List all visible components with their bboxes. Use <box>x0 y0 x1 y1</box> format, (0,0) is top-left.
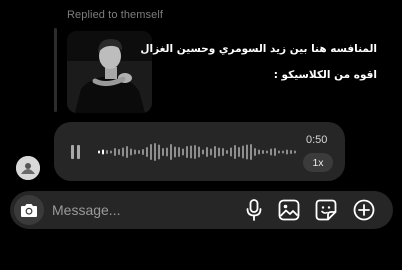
waveform-bar <box>218 147 220 157</box>
waveform-bar <box>210 148 212 156</box>
waveform-bar <box>166 147 168 157</box>
waveform-bar <box>138 150 140 154</box>
waveform-bar <box>122 147 124 157</box>
message-composer <box>10 191 393 229</box>
gallery-button[interactable] <box>277 198 301 222</box>
avatar-image <box>16 156 40 180</box>
waveform-bar <box>178 147 180 157</box>
message-caption-line-2: اقوه من الكلاسيكو : <box>273 69 377 81</box>
waveform-bar <box>190 145 192 159</box>
sticker-icon <box>315 199 337 221</box>
waveform-bar <box>170 144 172 160</box>
camera-button[interactable] <box>14 195 44 225</box>
sticker-button[interactable] <box>314 198 338 222</box>
sender-avatar[interactable] <box>16 156 40 180</box>
playback-speed-button[interactable]: 1x <box>303 153 333 172</box>
waveform-bar <box>238 147 240 157</box>
waveform-bar <box>194 145 196 159</box>
waveform-bar <box>226 150 228 154</box>
waveform-bar <box>222 148 224 156</box>
waveform-bar <box>186 146 188 158</box>
photo-image <box>67 31 152 113</box>
waveform-bar <box>110 150 112 154</box>
waveform-bar <box>230 147 232 157</box>
waveform-bar <box>202 149 204 155</box>
waveform-bar <box>262 150 264 154</box>
waveform-bar <box>242 145 244 159</box>
waveform-bar <box>290 150 292 154</box>
waveform-bar <box>98 150 100 154</box>
replied-photo-thumbnail[interactable] <box>67 31 152 113</box>
waveform-bar <box>278 150 280 154</box>
waveform-bar <box>258 149 260 155</box>
message-input[interactable] <box>52 191 222 229</box>
waveform-bar <box>198 146 200 158</box>
message-caption-line-1: المنافسه هنا بين زيد السومري وحسين الغزا… <box>140 43 377 55</box>
voice-waveform[interactable] <box>97 137 297 167</box>
reply-indicator-bar <box>54 28 57 112</box>
replied-label: Replied to themself <box>67 9 164 21</box>
waveform-bar <box>162 148 164 156</box>
gallery-icon <box>278 199 300 221</box>
waveform-bar <box>130 148 132 156</box>
waveform-bar <box>158 144 160 160</box>
waveform-bar <box>250 144 252 160</box>
plus-icon <box>353 199 375 221</box>
waveform-bar <box>146 147 148 157</box>
microphone-button[interactable] <box>242 198 266 222</box>
camera-icon <box>21 204 37 217</box>
waveform-bar <box>114 148 116 156</box>
waveform-bar <box>126 146 128 158</box>
waveform-bar <box>286 149 288 155</box>
waveform-bar <box>282 150 284 154</box>
waveform-bar <box>234 145 236 159</box>
waveform-bar <box>182 148 184 156</box>
waveform-bar <box>206 147 208 157</box>
waveform-bar <box>150 144 152 160</box>
waveform-bar <box>102 149 104 155</box>
waveform-bar <box>134 149 136 155</box>
waveform-bar <box>274 148 276 156</box>
waveform-bar <box>174 146 176 158</box>
waveform-bar <box>214 146 216 158</box>
voice-duration: 0:50 <box>306 134 328 146</box>
voice-message-bubble[interactable]: 0:50 1x <box>54 122 345 181</box>
waveform-bar <box>118 149 120 155</box>
waveform-bar <box>142 149 144 155</box>
add-button[interactable] <box>352 198 376 222</box>
waveform-bar <box>294 150 296 154</box>
waveform-bar <box>106 150 108 154</box>
waveform-bar <box>254 148 256 156</box>
waveform-bar <box>266 150 268 154</box>
pause-icon[interactable] <box>71 145 81 159</box>
waveform-bar <box>246 144 248 160</box>
waveform-bar <box>270 148 272 156</box>
microphone-icon <box>246 199 262 221</box>
waveform-bar <box>154 143 156 161</box>
